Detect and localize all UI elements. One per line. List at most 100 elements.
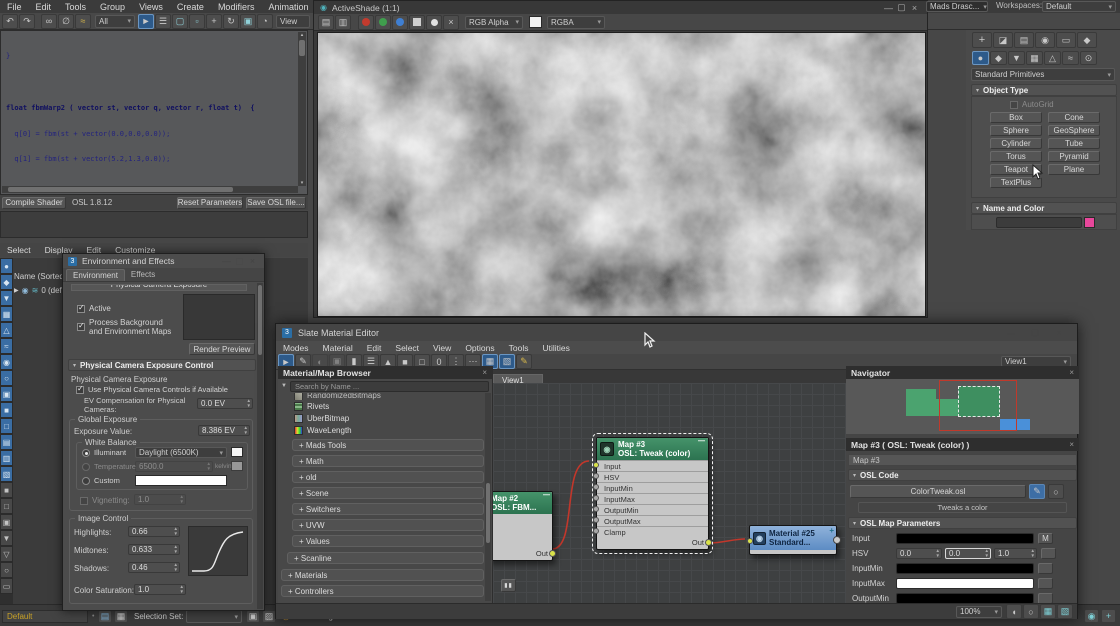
- inputmin-map-button[interactable]: [1038, 563, 1053, 574]
- pan-binoculars-icon[interactable]: ▮▮: [501, 579, 516, 592]
- process-checkbox[interactable]: [77, 323, 85, 331]
- node-view-canvas[interactable]: Map #2 OSL: FBM... — Out ◉ Map #3 OSL: T…: [493, 383, 846, 603]
- subtab-lights-icon[interactable]: ▼: [1008, 51, 1025, 65]
- view-osl-icon[interactable]: ○: [1048, 484, 1064, 499]
- browser-header[interactable]: Material/Map Browser ×: [278, 366, 492, 379]
- subtab-systems-icon[interactable]: ⊙: [1080, 51, 1097, 65]
- map-item-wavelength[interactable]: WaveLength: [280, 424, 486, 436]
- filter-helpers-icon[interactable]: △: [0, 322, 13, 338]
- redo-icon[interactable]: ↷: [19, 14, 35, 29]
- selection-lock-icon[interactable]: ▦: [114, 610, 128, 623]
- filter-hidden-icon[interactable]: ▧: [0, 466, 13, 482]
- filter-materials-icon[interactable]: ▤: [0, 434, 13, 450]
- filter-particles-icon[interactable]: ◉: [0, 354, 13, 370]
- inputmax-map-button[interactable]: [1038, 578, 1053, 589]
- save-osl-file-button[interactable]: Save OSL file....: [246, 197, 306, 209]
- map2-node[interactable]: Map #2 OSL: FBM... — Out: [493, 491, 553, 561]
- material-name-field[interactable]: Map #3: [848, 454, 1077, 466]
- pyramid-button[interactable]: Pyramid: [1048, 151, 1100, 162]
- geosphere-button[interactable]: GeoSphere: [1048, 125, 1100, 136]
- group-controllers[interactable]: + Controllers: [281, 585, 484, 597]
- zoom-extents-icon[interactable]: ▧: [1057, 604, 1073, 619]
- inputmax-color-swatch[interactable]: [896, 578, 1034, 589]
- outputmin-map-button[interactable]: [1038, 593, 1053, 603]
- collapse-icon[interactable]: —: [543, 492, 550, 499]
- slate-menu-material[interactable]: Material: [316, 343, 360, 353]
- menu-modifiers[interactable]: Modifiers: [211, 2, 262, 12]
- zoom-tool-icon[interactable]: ○: [1023, 604, 1039, 619]
- illuminant-dropdown[interactable]: Daylight (6500K)▾: [135, 447, 227, 458]
- material25-node[interactable]: ◉ Material #25 Standard... +: [749, 525, 837, 555]
- osl-code-text[interactable]: } float fbmWarp2 ( vector st, vector q, …: [6, 35, 294, 187]
- material-wand-icon[interactable]: ✎: [516, 354, 532, 369]
- illuminant-row[interactable]: Illuminant: [82, 448, 126, 457]
- save-image-icon[interactable]: ▤: [318, 15, 334, 30]
- cone-button[interactable]: Cone: [1048, 112, 1100, 123]
- object-color-swatch[interactable]: [1084, 217, 1095, 228]
- map3-slot-input[interactable]: Input: [597, 460, 708, 471]
- search-dropdown-icon[interactable]: ▼: [281, 383, 287, 389]
- hsv-map-button[interactable]: [1041, 548, 1056, 559]
- mode-label[interactable]: Default: [7, 612, 32, 621]
- saturation-spinner[interactable]: 1.0▲▼: [134, 584, 186, 595]
- group-switchers[interactable]: + Switchers: [292, 503, 484, 515]
- material25-input-socket[interactable]: [747, 538, 753, 544]
- map3-slot-outputmax[interactable]: OutputMax: [597, 515, 708, 526]
- tab-effects[interactable]: Effects: [125, 269, 161, 280]
- custom-radio[interactable]: [82, 477, 90, 485]
- group-scene[interactable]: + Scene: [292, 487, 484, 499]
- filter-shapes-icon[interactable]: ◆: [0, 274, 13, 290]
- active-row[interactable]: Active: [77, 304, 111, 313]
- filter-extra-icon[interactable]: ▽: [0, 546, 13, 562]
- object-type-rollout[interactable]: Object Type: [971, 84, 1117, 96]
- activeshade-render-view[interactable]: [317, 32, 926, 317]
- map3-slot-outputmin[interactable]: OutputMin: [597, 504, 708, 515]
- move-icon[interactable]: +: [206, 14, 222, 29]
- menu-group[interactable]: Group: [93, 2, 132, 12]
- menu-file[interactable]: File: [0, 2, 29, 12]
- illuminant-radio[interactable]: [82, 449, 90, 457]
- hsv-h-spinner[interactable]: 0.0▲▼: [896, 548, 942, 559]
- map3-slot-inputmin[interactable]: InputMin: [597, 482, 708, 493]
- map-item-rivets[interactable]: Rivets: [280, 400, 486, 412]
- nav-view-rect[interactable]: [939, 380, 1017, 431]
- filter-containers-icon[interactable]: ▣: [0, 386, 13, 402]
- clear-image-icon[interactable]: ×: [443, 15, 459, 30]
- tab-utilities-icon[interactable]: ◆: [1077, 32, 1097, 48]
- osl-file-button[interactable]: ColorTweak.osl: [850, 485, 1026, 498]
- undo-icon[interactable]: ↶: [2, 14, 18, 29]
- filter-extra-icon[interactable]: ○: [0, 562, 13, 578]
- layout-children-icon[interactable]: ▧: [499, 354, 515, 369]
- material25-header[interactable]: ◉ Material #25 Standard... +: [750, 526, 836, 550]
- menu-edit[interactable]: Edit: [29, 2, 59, 12]
- reset-parameters-button[interactable]: Reset Parameters: [177, 197, 243, 209]
- menu-views[interactable]: Views: [132, 2, 170, 12]
- zoom-region-icon[interactable]: ▦: [1040, 604, 1056, 619]
- compile-shader-button[interactable]: Compile Shader: [2, 197, 66, 209]
- filter-xrefs-icon[interactable]: □: [0, 418, 13, 434]
- pan-view-icon[interactable]: ◉: [1084, 609, 1099, 623]
- edit-named-selection-icon[interactable]: ▨: [262, 610, 276, 623]
- background-color-swatch[interactable]: [529, 16, 542, 28]
- slate-menu-view[interactable]: View: [426, 343, 458, 353]
- isolate-selection-icon[interactable]: ▤: [98, 610, 112, 623]
- name-color-rollout[interactable]: Name and Color: [971, 202, 1117, 214]
- map-item-uberbitmap[interactable]: UberBitmap: [280, 412, 486, 424]
- exposure-control-rollout[interactable]: Physical Camera Exposure Control: [68, 359, 256, 371]
- object-name-field[interactable]: [996, 217, 1082, 228]
- scale-icon[interactable]: ▣: [240, 14, 256, 29]
- plane-button[interactable]: Plane: [1048, 164, 1100, 175]
- illuminant-swatch[interactable]: [231, 447, 243, 457]
- close-icon[interactable]: ×: [1069, 368, 1074, 377]
- close-icon[interactable]: ×: [246, 256, 259, 266]
- custom-row[interactable]: Custom: [82, 476, 120, 485]
- material25-preview-icon[interactable]: ◉: [753, 532, 766, 545]
- hsv-s-spinner[interactable]: 0.0▲▼: [945, 548, 991, 559]
- filter-extra-icon[interactable]: ■: [0, 482, 13, 498]
- group-mads-tools[interactable]: + Mads Tools: [292, 439, 484, 451]
- rect-selection-region-icon[interactable]: ▢: [172, 14, 188, 29]
- blue-channel-icon[interactable]: [392, 15, 408, 30]
- tab-hierarchy-icon[interactable]: ▤: [1014, 32, 1034, 48]
- tab-display-icon[interactable]: ▭: [1056, 32, 1076, 48]
- expander-icon[interactable]: ▶: [14, 287, 19, 294]
